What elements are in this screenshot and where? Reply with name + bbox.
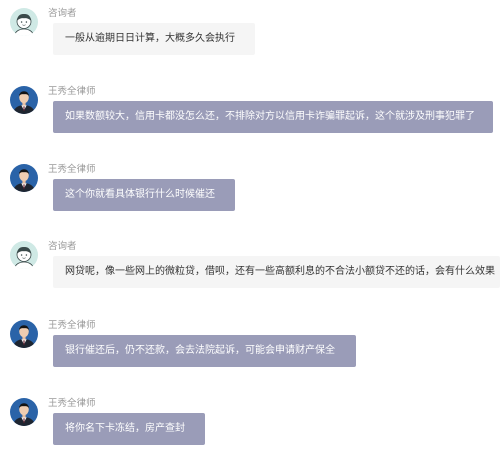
message-bubble: 如果数额较大，信用卡都没怎么还，不排除对方以信用卡诈骗罪起诉，这个就涉及刑事犯罪… — [53, 101, 493, 133]
client-avatar-icon — [10, 8, 38, 36]
sender-name: 咨询者 — [48, 241, 77, 252]
message-bubble: 银行催还后，仍不还款，会去法院起诉，可能会申请财产保全 — [53, 335, 356, 367]
message-bubble: 将你名下卡冻结，房产查封 — [53, 413, 205, 445]
message-bubble: 一般从逾期日日计算，大概多久会执行 — [53, 23, 255, 55]
lawyer-avatar-icon — [10, 320, 38, 348]
message-bubble: 网贷呢，像一些网上的微粒贷，借呗，还有一些高额利息的不合法小额贷不还的话，会有什… — [53, 256, 500, 288]
client-avatar-icon — [10, 241, 38, 269]
lawyer-avatar-icon — [10, 86, 38, 114]
sender-name: 王秀全律师 — [48, 398, 96, 409]
sender-name: 王秀全律师 — [48, 320, 96, 331]
sender-name: 王秀全律师 — [48, 164, 96, 175]
lawyer-avatar-icon — [10, 164, 38, 192]
lawyer-avatar-icon — [10, 398, 38, 426]
sender-name: 咨询者 — [48, 8, 77, 19]
message-bubble: 这个你就看具体银行什么时候催还 — [53, 179, 235, 211]
sender-name: 王秀全律师 — [48, 86, 96, 97]
